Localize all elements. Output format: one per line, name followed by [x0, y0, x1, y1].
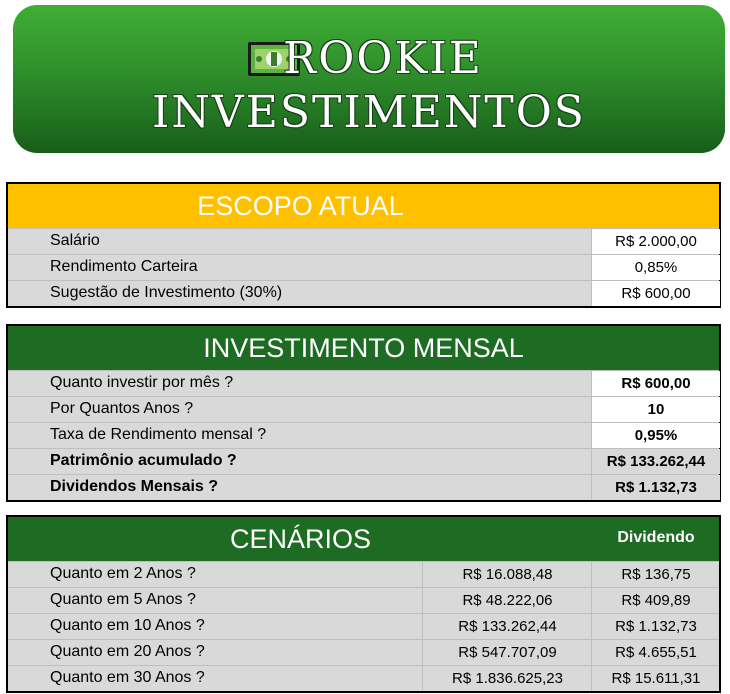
dividend-cell: R$ 136,75 [591, 562, 720, 587]
dividend-cell: R$ 15.611,31 [591, 666, 720, 691]
dividend-header: Dividendo [617, 529, 695, 546]
mensal-row: Dividendos Mensais ? R$ 1.132,73 [8, 474, 720, 500]
cenario-row: Quanto em 30 Anos ? R$ 1.836.625,23 R$ 1… [8, 665, 719, 691]
escopo-row: Salário R$ 2.000,00 [8, 228, 720, 254]
title-banner: ROOKIE INVESTIMENTOS [13, 5, 725, 153]
row-label: Sugestão de Investimento (30%) [50, 284, 283, 301]
total-cell: R$ 1.836.625,23 [422, 666, 592, 691]
cenario-row: Quanto em 2 Anos ? R$ 16.088,48 R$ 136,7… [8, 561, 719, 587]
escopo-header: ESCOPO ATUAL [8, 184, 719, 228]
mensal-row: Quanto investir por mês ? R$ 600,00 [8, 370, 720, 396]
value-cell[interactable]: R$ 600,00 [591, 371, 720, 396]
row-label: Rendimento Carteira [50, 258, 198, 275]
cenario-row: Quanto em 20 Anos ? R$ 547.707,09 R$ 4.6… [8, 639, 719, 665]
row-label: Salário [50, 232, 100, 249]
row-label: Quanto em 2 Anos ? [50, 565, 196, 582]
cenarios-title: CENÁRIOS [229, 524, 372, 554]
total-cell: R$ 133.262,44 [422, 614, 592, 639]
value-cell: R$ 1.132,73 [591, 475, 720, 500]
mensal-row: Por Quantos Anos ? 10 [8, 396, 720, 422]
mensal-panel: INVESTIMENTO MENSAL Quanto investir por … [6, 324, 721, 502]
value-cell[interactable]: R$ 600,00 [591, 281, 720, 306]
dividend-cell: R$ 4.655,51 [591, 640, 720, 665]
cenario-row: Quanto em 5 Anos ? R$ 48.222,06 R$ 409,8… [8, 587, 719, 613]
row-label: Dividendos Mensais ? [50, 478, 219, 495]
escopo-row: Sugestão de Investimento (30%) R$ 600,00 [8, 280, 720, 306]
total-cell: R$ 547.707,09 [422, 640, 592, 665]
row-label: Quanto em 10 Anos ? [50, 617, 205, 634]
mensal-row: Patrimônio acumulado ? R$ 133.262,44 [8, 448, 720, 474]
cenarios-header: CENÁRIOS Dividendo [8, 517, 719, 561]
value-cell[interactable]: 0,95% [591, 423, 720, 448]
row-label: Taxa de Rendimento mensal ? [50, 426, 267, 443]
dividend-cell: R$ 1.132,73 [591, 614, 720, 639]
value-cell[interactable]: 0,85% [591, 255, 720, 280]
cenarios-panel: CENÁRIOS Dividendo Quanto em 2 Anos ? R$… [6, 515, 721, 693]
mensal-header: INVESTIMENTO MENSAL [8, 326, 719, 370]
mensal-title: INVESTIMENTO MENSAL [203, 333, 524, 363]
escopo-title: ESCOPO ATUAL [197, 191, 404, 221]
row-label: Por Quantos Anos ? [50, 400, 194, 417]
value-cell[interactable]: R$ 2.000,00 [591, 229, 720, 254]
banner-title-line1: ROOKIE [283, 33, 483, 84]
row-label: Quanto em 20 Anos ? [50, 643, 205, 660]
value-cell[interactable]: 10 [591, 397, 720, 422]
mensal-row: Taxa de Rendimento mensal ? 0,95% [8, 422, 720, 448]
row-label: Patrimônio acumulado ? [50, 452, 237, 469]
dividend-cell: R$ 409,89 [591, 588, 720, 613]
total-cell: R$ 16.088,48 [422, 562, 592, 587]
row-label: Quanto em 5 Anos ? [50, 591, 196, 608]
row-label: Quanto investir por mês ? [50, 374, 234, 391]
banner-title-line2: INVESTIMENTOS [152, 87, 586, 138]
escopo-panel: ESCOPO ATUAL Salário R$ 2.000,00 Rendime… [6, 182, 721, 308]
row-label: Quanto em 30 Anos ? [50, 669, 205, 686]
value-cell: R$ 133.262,44 [591, 449, 720, 474]
total-cell: R$ 48.222,06 [422, 588, 592, 613]
escopo-row: Rendimento Carteira 0,85% [8, 254, 720, 280]
cenario-row: Quanto em 10 Anos ? R$ 133.262,44 R$ 1.1… [8, 613, 719, 639]
